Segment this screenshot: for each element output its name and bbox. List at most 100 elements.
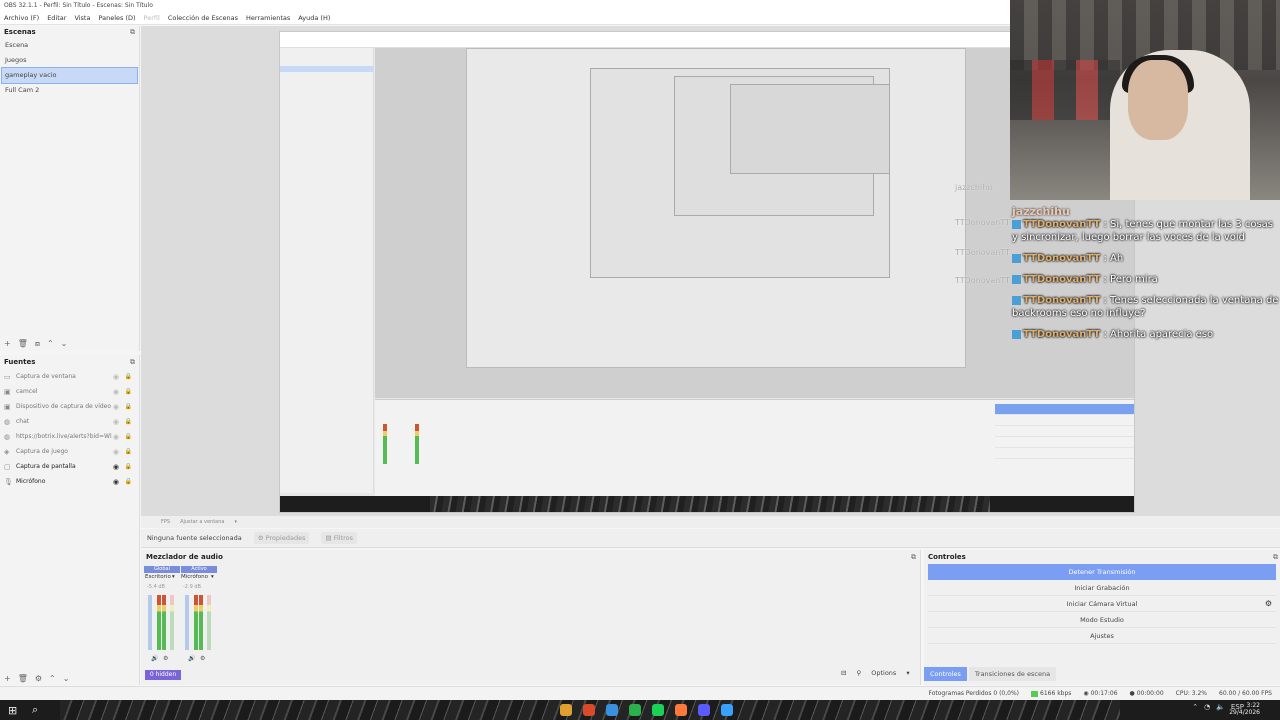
preview-capture[interactable]	[279, 31, 1135, 513]
taskbar-app-icon[interactable]	[675, 704, 687, 716]
undock-icon[interactable]: ⧉	[911, 553, 916, 562]
source-item[interactable]: 🎙 Micrófono ◉ 🔒	[0, 474, 139, 489]
undock-icon[interactable]: ⧉	[130, 358, 135, 367]
tab-global[interactable]: Global	[144, 566, 180, 573]
chevron-down-icon[interactable]: ▾	[211, 574, 214, 580]
lock-icon[interactable]: 🔒	[125, 433, 132, 440]
properties-button[interactable]: ⚙ Propiedades	[253, 532, 310, 544]
menu-vista[interactable]: Vista	[74, 14, 90, 22]
audio-mixer-dock: Mezclador de audio ⧉ Global Activo Escri…	[141, 550, 921, 685]
eye-icon[interactable]: ◉	[113, 478, 119, 486]
eye-icon[interactable]: ◉	[113, 433, 119, 441]
chevron-down-icon[interactable]: ▾	[172, 574, 175, 580]
eye-icon[interactable]: ◉	[113, 373, 119, 381]
up-arrow-icon[interactable]: ⌃	[49, 674, 56, 683]
scene-item-escena[interactable]: Escena	[0, 38, 139, 53]
eye-icon[interactable]: ◉	[113, 418, 119, 426]
chevron-down-icon[interactable]: ▾	[906, 669, 909, 677]
options-dropdown[interactable]: Options	[871, 669, 896, 677]
menu-editar[interactable]: Editar	[47, 14, 66, 22]
taskbar-app-icon[interactable]	[721, 704, 733, 716]
lock-icon[interactable]: 🔒	[125, 373, 132, 380]
lock-icon[interactable]: 🔒	[125, 418, 132, 425]
undock-icon[interactable]: ⧉	[1273, 553, 1278, 562]
filter-icon[interactable]: ⧈	[35, 339, 40, 349]
add-icon[interactable]: +	[4, 339, 11, 349]
source-item[interactable]: ◍ chat ◉ 🔒	[0, 414, 139, 429]
lock-icon[interactable]: 🔒	[125, 388, 132, 395]
filters-button[interactable]: ▤ Filtros	[321, 532, 358, 544]
gear-icon[interactable]: ⚙	[163, 655, 168, 662]
eye-icon[interactable]: ◉	[113, 388, 119, 396]
eye-icon[interactable]: ◉	[113, 448, 119, 456]
gear-icon[interactable]: ⚙	[1265, 596, 1272, 612]
down-arrow-icon[interactable]: ⌄	[63, 674, 70, 683]
eye-icon[interactable]: ◉	[113, 463, 119, 471]
up-arrow-icon[interactable]: ⌃	[47, 339, 54, 349]
chevron-down-icon[interactable]: ▾	[234, 519, 237, 525]
source-item[interactable]: ▣ Dispositivo de captura de vídeo ◉ 🔒	[0, 399, 139, 414]
speaker-icon[interactable]: 🔊	[188, 655, 195, 662]
clock-time: 3:22	[1246, 702, 1260, 709]
gear-icon[interactable]: ⚙	[35, 674, 42, 683]
taskbar-app-icon[interactable]	[560, 704, 572, 716]
source-item[interactable]: ◍ https://botrix.live/alerts?bid=Wl ◉ 🔒	[0, 429, 139, 444]
menu-archivo[interactable]: Archivo (F)	[4, 14, 39, 22]
menu-perfil[interactable]: Perfil	[144, 14, 160, 22]
source-item[interactable]: ▭ Captura de ventana ◉ 🔒	[0, 369, 139, 384]
tab-controles[interactable]: Controles	[924, 667, 967, 681]
lock-icon[interactable]: 🔒	[125, 463, 132, 470]
scene-item-full-cam-2[interactable]: Full Cam 2	[0, 83, 139, 98]
webcam-overlay	[1010, 0, 1280, 200]
nested-controls	[995, 404, 1134, 494]
add-icon[interactable]: +	[4, 674, 11, 683]
nested-scene-item	[280, 66, 373, 72]
studio-mode-button[interactable]: Modo Estudio	[928, 612, 1276, 628]
volume-icon[interactable]: 🔈	[1216, 703, 1225, 711]
start-recording-button[interactable]: Iniciar Grabación	[928, 580, 1276, 596]
search-icon[interactable]: ⌕	[32, 703, 38, 717]
settings-button[interactable]: Ajustes	[928, 628, 1276, 644]
lock-icon[interactable]: 🔒	[125, 478, 132, 485]
menu-ayuda[interactable]: Ayuda (H)	[298, 14, 330, 22]
fit-dropdown[interactable]: Ajustar a ventana	[180, 519, 224, 525]
taskbar-app-icon[interactable]	[606, 704, 618, 716]
eye-icon[interactable]: ◉	[113, 403, 119, 411]
lock-icon[interactable]: 🔒	[125, 403, 132, 410]
menu-herramientas[interactable]: Herramientas	[246, 14, 290, 22]
volume-slider[interactable]	[185, 595, 189, 650]
start-virtual-camera-button[interactable]: Iniciar Cámara Virtual ⚙	[928, 596, 1276, 612]
down-arrow-icon[interactable]: ⌄	[61, 339, 68, 349]
source-item[interactable]: ▣ camcel ◉ 🔒	[0, 384, 139, 399]
menu-paneles[interactable]: Paneles (D)	[98, 14, 135, 22]
volume-slider[interactable]	[148, 595, 152, 650]
taskbar-app-icon[interactable]	[652, 704, 664, 716]
source-label: Micrófono	[16, 478, 46, 485]
tab-activo[interactable]: Activo	[181, 566, 217, 573]
clock[interactable]: 3:22 29/4/2026	[1229, 702, 1260, 716]
trash-icon[interactable]: 🗑	[18, 674, 28, 683]
taskbar-app-icon[interactable]	[629, 704, 641, 716]
taskbar-app-icon[interactable]	[698, 704, 710, 716]
menu-coleccion-escenas[interactable]: Colección de Escenas	[168, 14, 238, 22]
source-item[interactable]: ▢ Captura de pantalla ◉ 🔒	[0, 459, 139, 474]
chat-user: TTDonovanTT	[1023, 295, 1101, 306]
windows-start-icon[interactable]: ⊞	[8, 704, 17, 717]
undock-icon[interactable]: ⧉	[130, 28, 135, 37]
gear-icon[interactable]: ⚙	[200, 655, 205, 662]
nested-bottom-docks	[375, 399, 1134, 497]
scene-item-juegos[interactable]: Juegos	[0, 53, 139, 68]
network-icon[interactable]: ◔	[1204, 703, 1210, 711]
hidden-sources-badge[interactable]: 0 hidden	[145, 670, 181, 680]
chevron-up-icon[interactable]: ⌃	[1192, 703, 1198, 711]
tab-transiciones[interactable]: Transiciones de escena	[968, 667, 1057, 681]
link-icon[interactable]: ⚲	[856, 669, 861, 677]
taskbar-app-icon[interactable]	[583, 704, 595, 716]
scene-item-gameplay-vacio[interactable]: gameplay vacio	[1, 67, 138, 84]
stop-streaming-button[interactable]: Detener Transmisión	[928, 564, 1276, 580]
lock-icon[interactable]: 🔒	[125, 448, 132, 455]
source-item[interactable]: ◈ Captura de juego ◉ 🔒	[0, 444, 139, 459]
layout-icon[interactable]: ⊟	[841, 669, 846, 677]
speaker-icon[interactable]: 🔊	[151, 655, 158, 662]
trash-icon[interactable]: 🗑	[18, 339, 28, 349]
